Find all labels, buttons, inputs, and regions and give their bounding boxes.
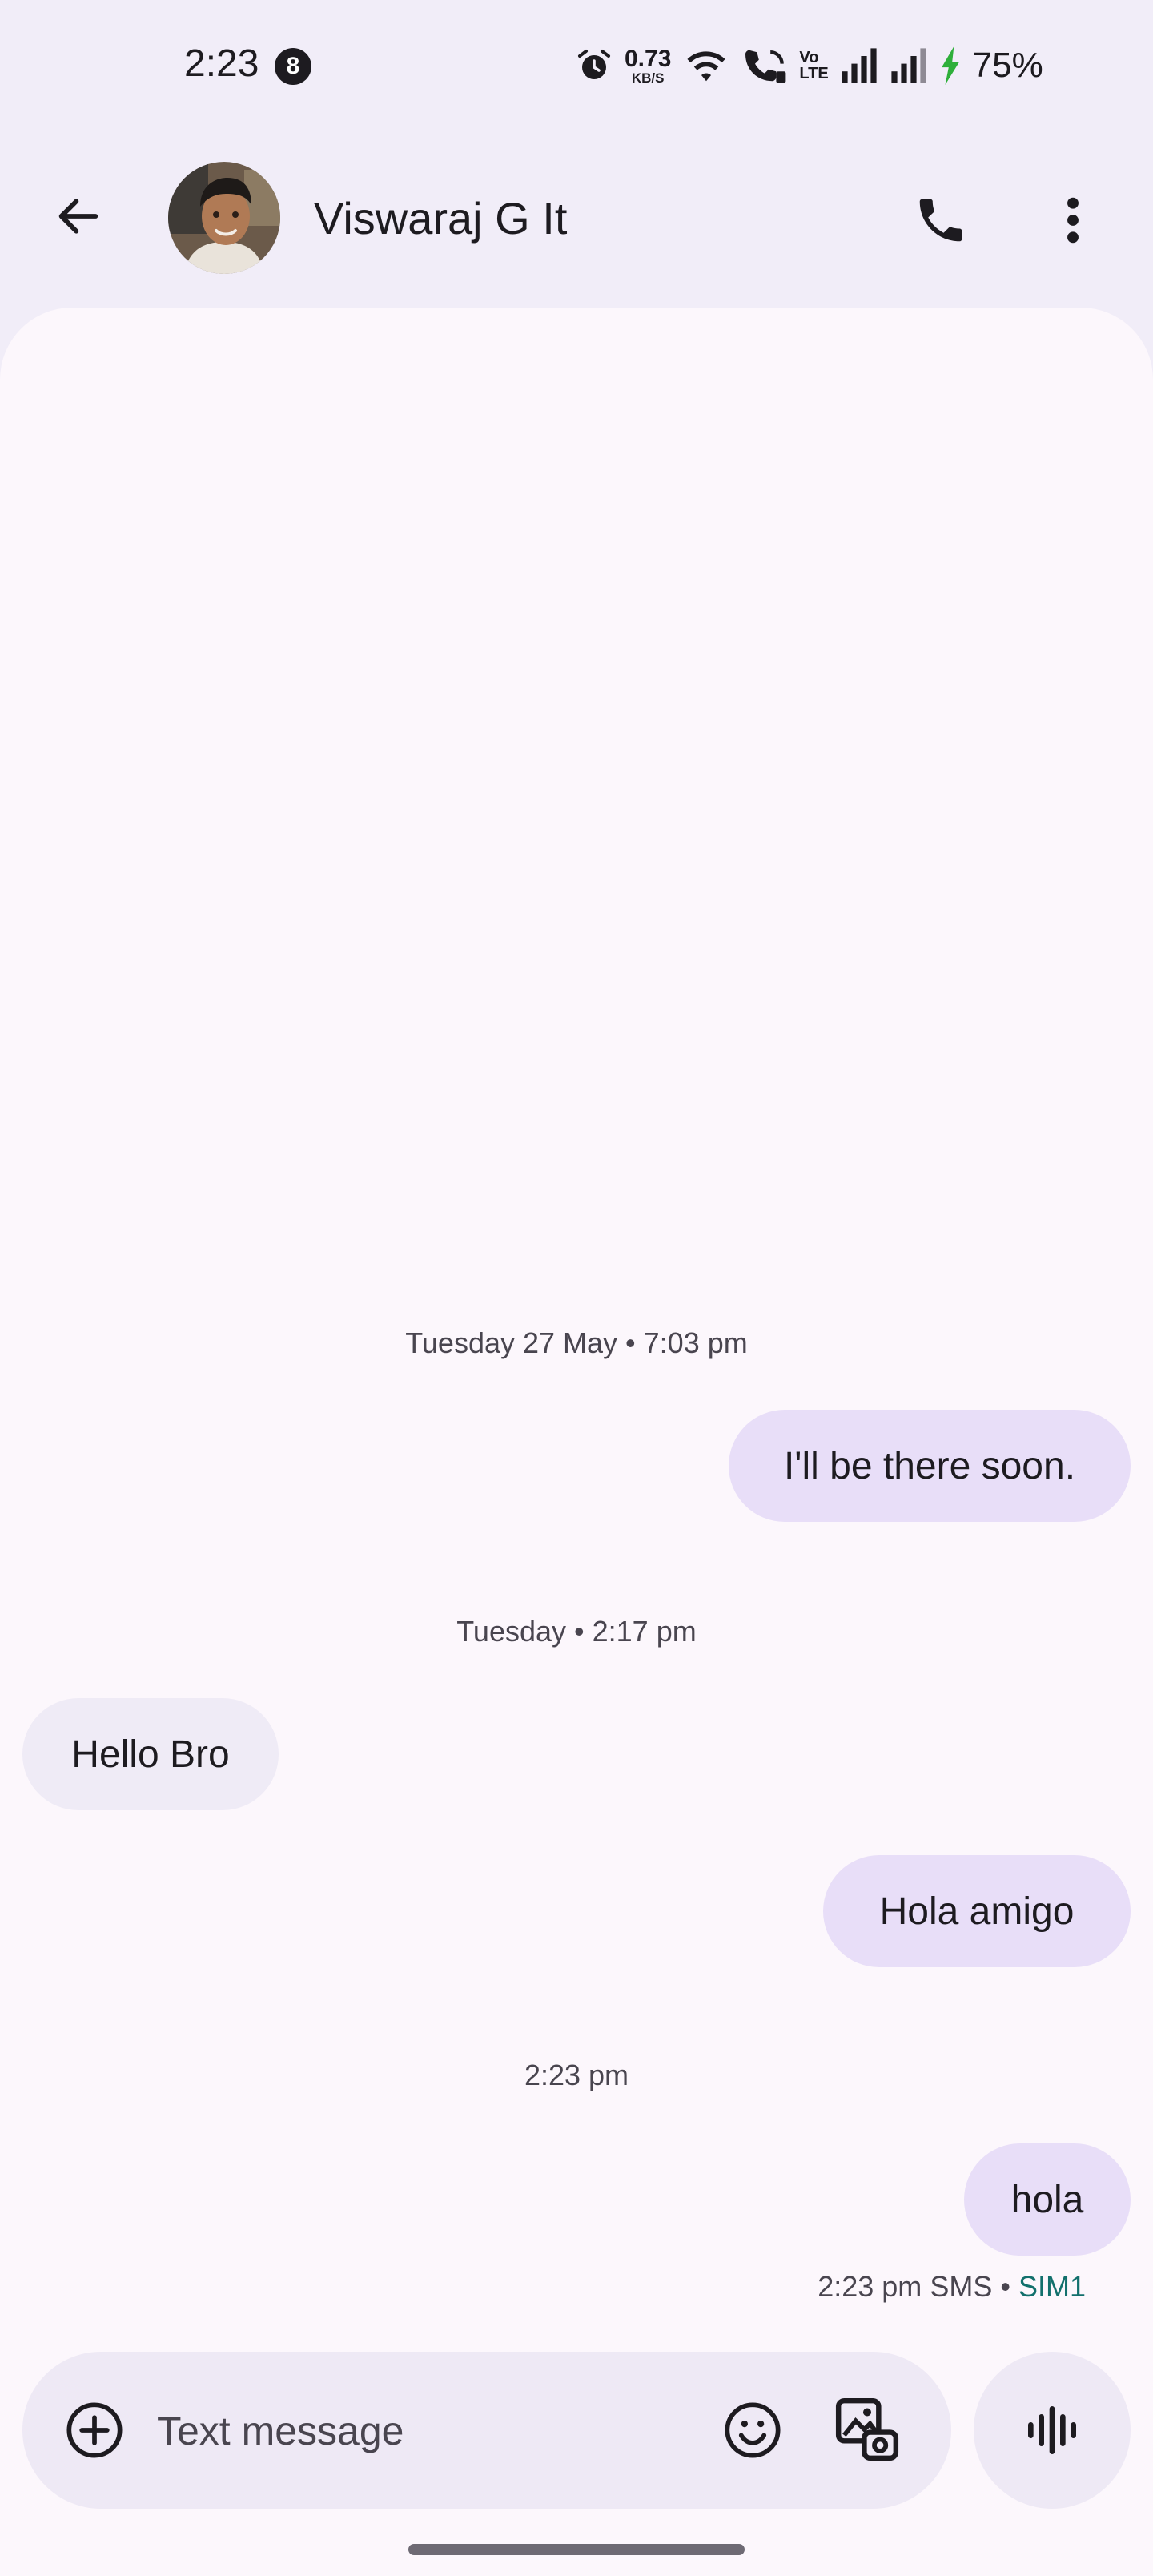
incoming-message-bubble[interactable]: Hello Bro: [22, 1698, 279, 1810]
meta-separator: •: [1000, 2270, 1010, 2303]
message-timestamp: 2:23 pm: [524, 2059, 629, 2091]
alarm-icon: [578, 50, 610, 79]
message-text: I'll be there soon.: [783, 1444, 1076, 1487]
volte-indicator: Vo LTE: [799, 50, 828, 82]
gallery-camera-button[interactable]: [823, 2385, 911, 2473]
message-input[interactable]: [155, 2390, 687, 2472]
back-button[interactable]: [46, 184, 110, 248]
charging-icon: [941, 46, 959, 85]
volte-top: Vo: [799, 49, 819, 66]
emoji-icon: [725, 2402, 781, 2458]
notification-count-badge: 8: [275, 48, 311, 85]
contact-name[interactable]: Viswaraj G It: [314, 192, 567, 244]
status-icons: 0.73 KB/S Vo LTE 75%: [575, 42, 1043, 90]
emoji-button[interactable]: [713, 2390, 793, 2470]
signal-icon: [842, 48, 877, 83]
outgoing-message-bubble[interactable]: Hola amigo: [823, 1855, 1131, 1967]
avatar-photo: [168, 162, 280, 274]
outgoing-message-bubble[interactable]: hola: [964, 2143, 1131, 2256]
message-transport: SMS: [930, 2270, 993, 2303]
message-composer: [22, 2352, 951, 2509]
back-arrow-icon: [58, 199, 98, 234]
data-rate-unit: KB/S: [631, 70, 665, 86]
message-timestamp: Tuesday 27 May • 7:03 pm: [405, 1326, 748, 1359]
voice-wave-icon: [1028, 2406, 1076, 2454]
contact-avatar[interactable]: [168, 162, 280, 274]
status-time: 2:23: [184, 42, 259, 85]
attach-button[interactable]: [58, 2393, 131, 2467]
voice-message-button[interactable]: [974, 2352, 1131, 2509]
wifi-calling-icon: [745, 50, 786, 83]
phone-icon: [919, 199, 962, 242]
sim-label: SIM1: [1018, 2270, 1086, 2303]
message-text: Hola amigo: [879, 1890, 1075, 1933]
volte-bottom: LTE: [799, 65, 829, 83]
wifi-icon: [687, 51, 725, 82]
more-options-button[interactable]: [1041, 184, 1105, 256]
more-vert-icon: [1067, 197, 1079, 244]
message-status: 2:23 pm SMS • SIM1: [818, 2270, 1086, 2304]
battery-percent: 75%: [972, 46, 1043, 85]
message-text: hola: [1010, 2178, 1084, 2221]
message-text: Hello Bro: [71, 1733, 230, 1776]
status-bar: 2:23 8 0.73 KB/S Vo LTE 75%: [0, 0, 1153, 136]
data-rate: 0.73 KB/S: [625, 45, 672, 86]
message-timestamp: Tuesday • 2:17 pm: [456, 1615, 697, 1648]
home-indicator[interactable]: [408, 2544, 745, 2555]
signal-icon: [891, 48, 926, 83]
conversation-header: Viswaraj G It: [0, 136, 1153, 304]
outgoing-message-bubble[interactable]: I'll be there soon.: [729, 1410, 1131, 1522]
data-rate-value: 0.73: [625, 45, 672, 72]
gallery-icon: [835, 2397, 899, 2461]
call-button[interactable]: [905, 184, 977, 256]
add-circle-icon: [66, 2402, 123, 2458]
message-time: 2:23 pm: [818, 2270, 922, 2303]
